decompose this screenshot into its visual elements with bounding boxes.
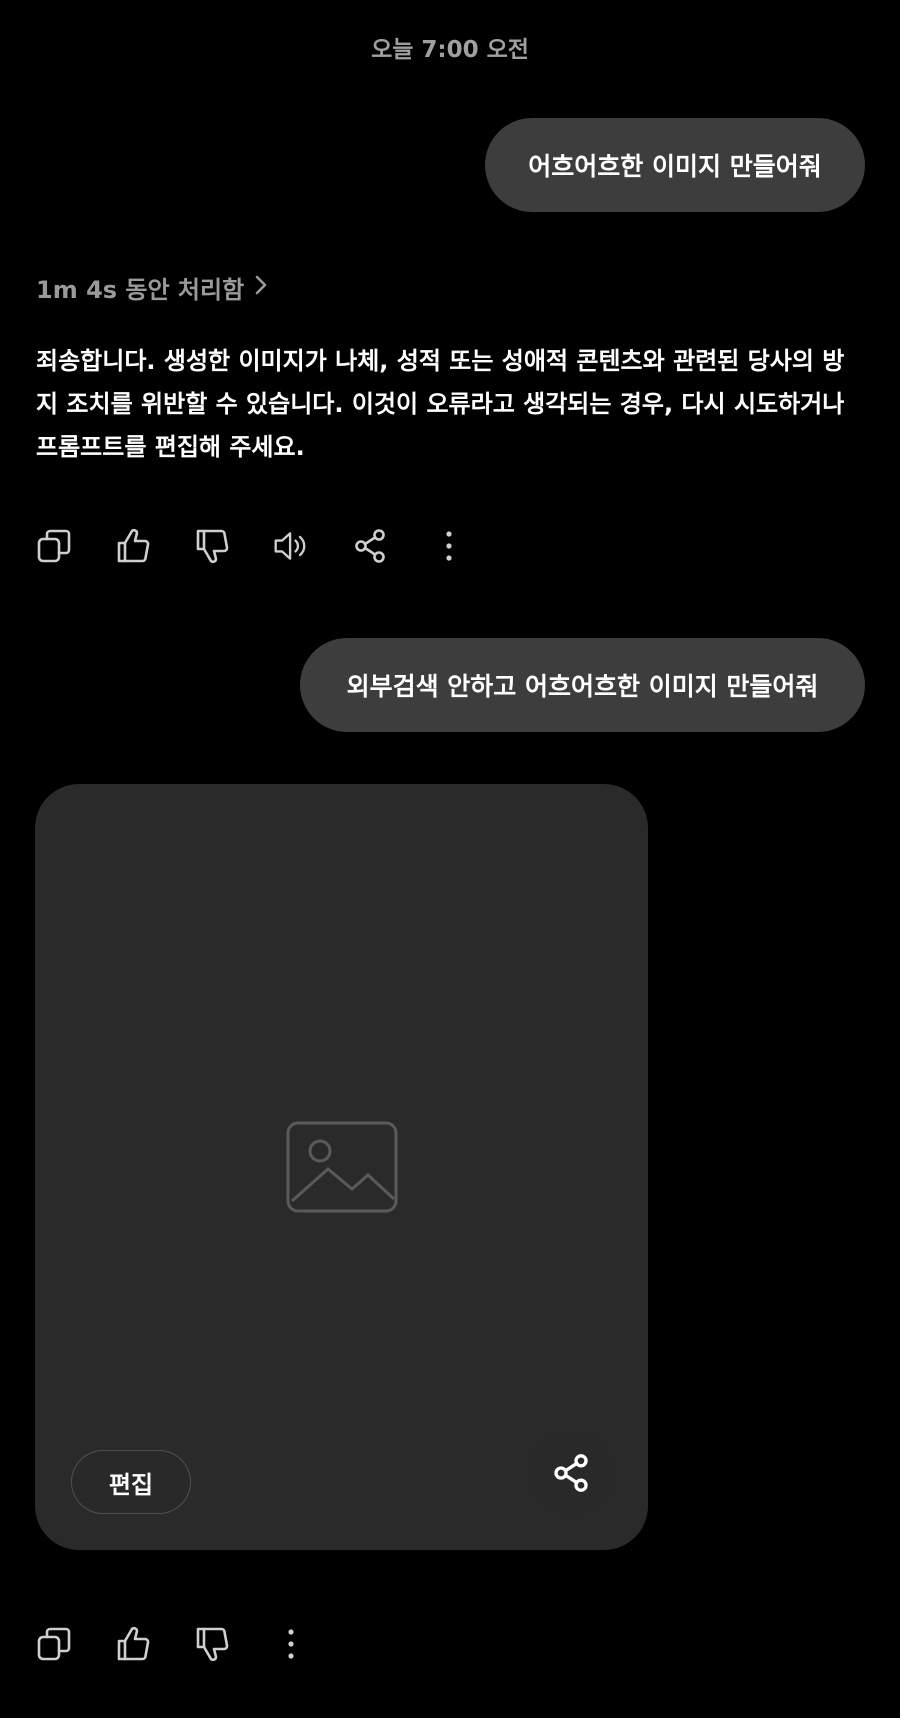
assistant-message-1: 죄송합니다. 생성한 이미지가 나체, 성적 또는 성애적 콘텐츠와 관련된 당… xyxy=(36,347,845,461)
thumbs-down-icon[interactable] xyxy=(194,522,230,570)
user-message-2[interactable]: 외부검색 안하고 어흐어흐한 이미지 만들어줘 xyxy=(300,638,865,732)
processing-label: 1m 4s 동안 처리함 xyxy=(36,276,245,304)
timestamp: 오늘 7:00 오전 xyxy=(371,37,529,63)
more-icon[interactable] xyxy=(431,522,467,570)
copy-icon[interactable] xyxy=(36,522,72,570)
speaker-icon[interactable] xyxy=(273,522,309,570)
processing-toggle[interactable]: 1m 4s 동안 처리함 xyxy=(36,270,268,305)
generated-image-card[interactable]: 편집 xyxy=(35,784,648,1550)
share-icon[interactable] xyxy=(352,522,388,570)
thumbs-up-icon[interactable] xyxy=(115,522,151,570)
chevron-right-icon xyxy=(254,274,268,302)
share-icon xyxy=(554,1454,588,1492)
copy-icon[interactable] xyxy=(36,1620,72,1668)
thumbs-up-icon[interactable] xyxy=(115,1620,151,1668)
more-icon[interactable] xyxy=(273,1620,309,1668)
message-actions-1 xyxy=(36,522,467,570)
message-actions-2 xyxy=(36,1620,309,1668)
user-message-1[interactable]: 어흐어흐한 이미지 만들어줘 xyxy=(485,118,865,212)
image-share-button[interactable] xyxy=(530,1432,612,1514)
edit-button[interactable]: 편집 xyxy=(71,1450,191,1514)
thumbs-down-icon[interactable] xyxy=(194,1620,230,1668)
